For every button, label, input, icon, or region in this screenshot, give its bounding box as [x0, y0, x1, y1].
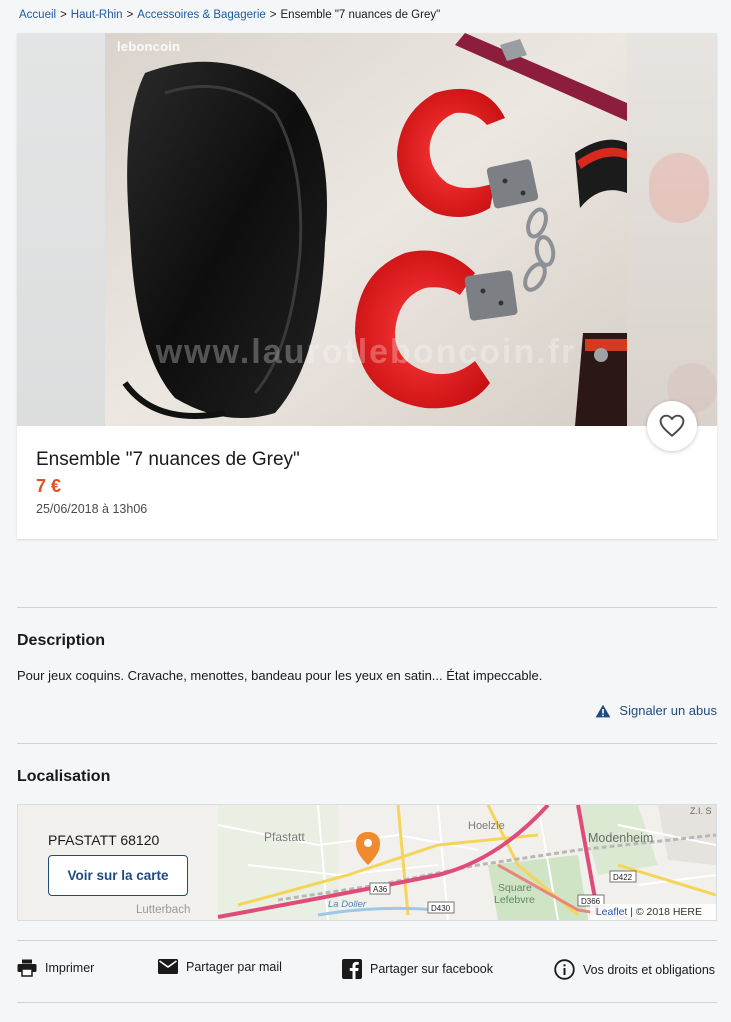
map-attribution-separator: |: [627, 906, 636, 918]
breadcrumb-link-category[interactable]: Accessoires & Bagagerie: [137, 9, 265, 21]
location-heading: Localisation: [17, 768, 111, 785]
breadcrumb-current: Ensemble "7 nuances de Grey": [280, 9, 441, 21]
breadcrumb-link-region[interactable]: Haut-Rhin: [71, 9, 123, 21]
share-facebook-label: Partager sur facebook: [370, 962, 493, 976]
description-text: Pour jeux coquins. Cravache, menottes, b…: [17, 668, 543, 683]
map-label-square: Square: [498, 882, 532, 894]
map-road-a36: A36: [373, 885, 388, 894]
main-photo[interactable]: leboncoin www.laurotleboncoin.fr: [105, 33, 627, 426]
info-icon: [554, 959, 575, 980]
breadcrumb-link-home[interactable]: Accueil: [19, 9, 56, 21]
photo-watermark: www.laurotleboncoin.fr: [155, 333, 577, 371]
divider: [17, 743, 717, 744]
breadcrumb-separator: >: [126, 9, 134, 21]
map-label-pfastatt: Pfastatt: [264, 830, 305, 844]
rights-obligations-link[interactable]: Vos droits et obligations: [554, 959, 715, 980]
print-action[interactable]: Imprimer: [17, 959, 94, 977]
map-copyright: © 2018 HERE: [635, 906, 702, 918]
facebook-icon: [342, 959, 362, 979]
printer-icon: [17, 959, 37, 977]
description-heading: Description: [17, 632, 106, 649]
print-label: Imprimer: [45, 961, 95, 975]
leaflet-link[interactable]: Leaflet: [596, 906, 628, 918]
breadcrumb-separator: >: [60, 9, 67, 21]
photo-gallery[interactable]: leboncoin www.laurotleboncoin.fr: [17, 33, 717, 426]
gallery-prev-photo[interactable]: [17, 33, 105, 426]
share-facebook-action[interactable]: Partager sur facebook: [342, 959, 493, 979]
map-label-lutterbach: Lutterbach: [136, 904, 190, 916]
divider: [17, 607, 717, 608]
action-bar: Imprimer Partager par mail Partager sur …: [17, 959, 717, 987]
map-label-modenheim: Modenheim: [588, 831, 653, 845]
share-mail-label: Partager par mail: [186, 959, 282, 974]
ad-title: Ensemble "7 nuances de Grey": [36, 449, 300, 470]
heart-icon: [659, 414, 685, 437]
share-mail-action[interactable]: Partager par mail: [158, 959, 282, 974]
map-label-zi: Z.I. S: [690, 806, 712, 816]
breadcrumb: Accueil > Haut-Rhin > Accessoires & Bagageri…: [19, 9, 440, 21]
divider: [17, 940, 717, 941]
gallery-next-photo[interactable]: [627, 33, 717, 426]
warning-icon: [596, 704, 611, 717]
divider: [17, 1002, 717, 1003]
ad-date: 25/06/2018 à 13h06: [36, 502, 148, 516]
map-label-hoelzle: Hoelzle: [468, 820, 505, 832]
map-road-d430: D430: [431, 904, 451, 913]
map-road-d422: D422: [613, 873, 633, 882]
rights-obligations-label: Vos droits et obligations: [583, 962, 716, 977]
ad-price: 7 €: [36, 476, 62, 496]
ad-card: leboncoin www.laurotleboncoin.fr Ensembl…: [17, 33, 717, 539]
favorite-button[interactable]: [647, 401, 697, 451]
location-city: PFASTATT 68120: [48, 832, 160, 848]
breadcrumb-separator: >: [269, 9, 277, 21]
leboncoin-logo: leboncoin: [117, 39, 181, 54]
map-attribution: Leaflet | © 2018 HERE: [589, 904, 716, 920]
report-abuse-link[interactable]: Signaler un abus: [595, 703, 717, 718]
report-abuse-label: Signaler un abus: [619, 703, 717, 718]
mail-icon: [158, 959, 178, 974]
view-map-button[interactable]: Voir sur la carte: [48, 855, 188, 896]
location-box: Pfastatt Hoelzle Modenheim Lutterbach Sq…: [17, 804, 717, 921]
map-label-lefebvre: Lefebvre: [494, 894, 535, 906]
map-label-river: La Doller: [328, 899, 367, 910]
